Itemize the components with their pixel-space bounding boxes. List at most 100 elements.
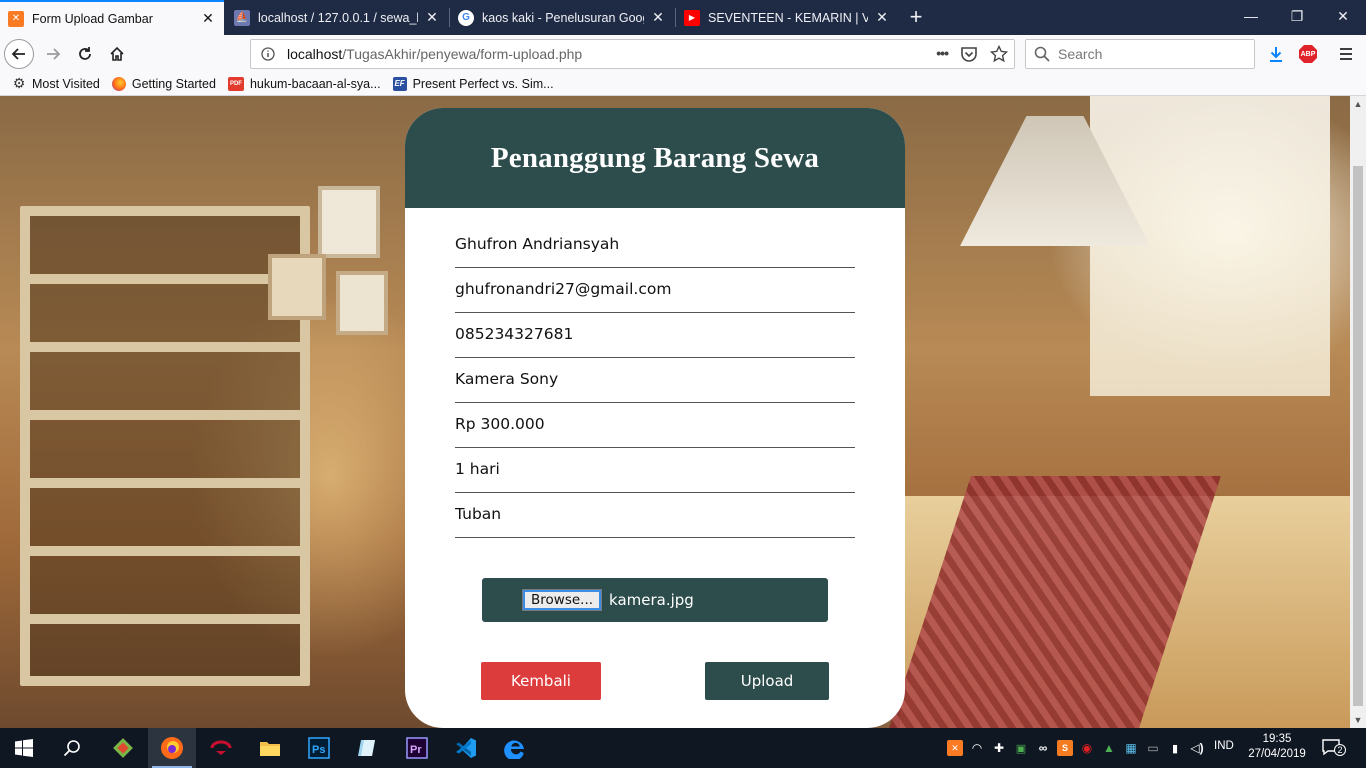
bookmark-getting-started[interactable]: Getting Started	[111, 76, 216, 91]
taskbar-edge[interactable]	[491, 728, 539, 768]
background-window-light	[1090, 96, 1330, 396]
vscode-icon	[456, 738, 476, 758]
close-tab-icon[interactable]: ✕	[200, 10, 216, 27]
selected-file-name: kamera.jpg	[609, 591, 694, 609]
background-shelf	[20, 206, 310, 686]
field-value: Kamera Sony	[455, 370, 559, 388]
taskbar-photoshop[interactable]: Ps	[295, 728, 343, 768]
window-close-button[interactable]: ✕	[1320, 0, 1366, 35]
taskbar-file-explorer[interactable]	[246, 728, 294, 768]
navigation-toolbar: localhost/TugasAkhir/penyewa/form-upload…	[0, 35, 1366, 72]
close-tab-icon[interactable]: ✕	[650, 9, 666, 26]
sublime-icon[interactable]: S	[1057, 740, 1073, 756]
bookmark-label: Present Perfect vs. Sim...	[412, 76, 554, 91]
system-clock[interactable]: 19:35 27/04/2019	[1243, 732, 1311, 762]
input-language[interactable]: IND	[1214, 740, 1234, 752]
monitor-icon[interactable]: ▭	[1145, 740, 1161, 756]
xampp-tray-icon[interactable]: ✕	[947, 740, 963, 756]
back-button[interactable]	[4, 39, 34, 69]
system-tray: ✕ ◠ ✚ ▣ ∞ S ◉ ▲ ▦ ▭ ▮ ◁)	[944, 728, 1208, 768]
bookmarks-toolbar: ⚙ Most Visited Getting Started PDF hukum…	[0, 72, 1366, 96]
field-value: Tuban	[455, 505, 502, 523]
bookmark-hukum-bacaan[interactable]: PDF hukum-bacaan-al-sya...	[227, 76, 381, 91]
display-icon[interactable]: ▦	[1123, 740, 1139, 756]
tab-youtube[interactable]: ▶ SEVENTEEN - KEMARIN | VIDEO ✕	[676, 0, 898, 35]
notification-count: 2	[1334, 744, 1346, 756]
reload-button[interactable]	[70, 39, 100, 69]
menu-button[interactable]	[1336, 44, 1356, 64]
new-tab-button[interactable]: +	[904, 3, 928, 31]
taskbar-premiere[interactable]: Pr	[393, 728, 441, 768]
start-button[interactable]	[0, 728, 48, 768]
phone-field[interactable]: 085234327681	[455, 313, 855, 358]
home-icon	[110, 46, 124, 61]
usb-icon[interactable]: ▣	[1013, 740, 1029, 756]
url-path: /TugasAkhir/penyewa/form-upload.php	[342, 46, 583, 62]
tab-google-search[interactable]: G kaos kaki - Penelusuran Google ✕	[450, 0, 674, 35]
search-icon	[63, 740, 80, 757]
background-picture-frame	[318, 186, 380, 258]
xampp-icon: ✕	[8, 10, 24, 27]
name-field[interactable]: Ghufron Andriansyah	[455, 223, 855, 268]
photoshop-icon: Ps	[308, 737, 330, 759]
close-tab-icon[interactable]: ✕	[424, 9, 440, 26]
search-placeholder: Search	[1058, 46, 1103, 62]
back-button-kembali[interactable]: Kembali	[481, 662, 601, 700]
bookmark-most-visited[interactable]: ⚙ Most Visited	[12, 75, 100, 91]
search-button[interactable]	[48, 728, 96, 768]
taskbar-firefox[interactable]	[148, 728, 196, 768]
scroll-thumb[interactable]	[1353, 166, 1363, 706]
arrow-left-icon	[11, 48, 25, 60]
battery-icon[interactable]: ▮	[1167, 740, 1183, 756]
filezilla-tray-icon[interactable]: ◉	[1079, 740, 1095, 756]
page-actions-icon[interactable]: •••	[936, 45, 949, 63]
svg-text:Pr: Pr	[410, 744, 422, 756]
city-field[interactable]: Tuban	[455, 493, 855, 538]
premiere-icon: Pr	[406, 737, 428, 759]
search-icon	[1034, 46, 1050, 62]
tab-phpmyadmin[interactable]: ⛵ localhost / 127.0.0.1 / sewa_bar ✕	[226, 0, 448, 35]
field-value: 1 hari	[455, 460, 500, 478]
url-host: localhost	[287, 46, 343, 62]
minimize-button[interactable]: —	[1228, 0, 1274, 35]
downloads-button[interactable]	[1266, 44, 1286, 64]
adblock-button[interactable]: ABP	[1298, 44, 1318, 64]
browse-button[interactable]: Browse...	[522, 589, 603, 611]
tab-title: kaos kaki - Penelusuran Google	[482, 10, 644, 25]
forward-button[interactable]	[38, 39, 68, 69]
taskbar-git[interactable]	[99, 728, 147, 768]
page-scrollbar[interactable]: ▲ ▼	[1350, 96, 1366, 728]
bookmark-star-icon[interactable]	[990, 45, 1008, 63]
info-icon	[261, 47, 275, 61]
upload-button[interactable]: Upload	[705, 662, 829, 700]
form-title: Penanggung Barang Sewa	[490, 141, 820, 174]
wifi-icon[interactable]: ◠	[969, 740, 985, 756]
arrow-right-icon	[47, 48, 61, 60]
document-app-icon	[358, 740, 375, 756]
pocket-icon[interactable]	[960, 45, 978, 63]
scroll-down-arrow-icon[interactable]: ▼	[1350, 712, 1366, 728]
item-name-field[interactable]: Kamera Sony	[455, 358, 855, 403]
email-field[interactable]: ghufronandri27@gmail.com	[455, 268, 855, 313]
android-icon[interactable]: ▲	[1101, 740, 1117, 756]
action-center-button[interactable]: 2	[1322, 738, 1346, 758]
tab-strip: ✕ Form Upload Gambar ✕ ⛵ localhost / 127…	[0, 0, 1366, 35]
clock-time: 19:35	[1262, 733, 1292, 745]
close-tab-icon[interactable]: ✕	[874, 9, 890, 26]
taskbar-filezilla[interactable]	[197, 728, 245, 768]
search-bar[interactable]: Search	[1025, 39, 1255, 69]
scroll-up-arrow-icon[interactable]: ▲	[1350, 96, 1366, 112]
network-icon[interactable]: ✚	[991, 740, 1007, 756]
tab-form-upload[interactable]: ✕ Form Upload Gambar ✕	[0, 0, 224, 35]
restore-button[interactable]: ❐	[1274, 0, 1320, 35]
taskbar-vscode[interactable]	[442, 728, 490, 768]
taskbar-sketch[interactable]	[344, 728, 392, 768]
link-icon[interactable]: ∞	[1035, 740, 1051, 756]
volume-icon[interactable]: ◁)	[1189, 740, 1205, 756]
field-value: Ghufron Andriansyah	[455, 235, 620, 253]
home-button[interactable]	[102, 39, 132, 69]
url-bar[interactable]: localhost/TugasAkhir/penyewa/form-upload…	[250, 39, 1015, 69]
duration-field[interactable]: 1 hari	[455, 448, 855, 493]
price-field[interactable]: Rp 300.000	[455, 403, 855, 448]
bookmark-present-perfect[interactable]: EF Present Perfect vs. Sim...	[392, 76, 554, 91]
